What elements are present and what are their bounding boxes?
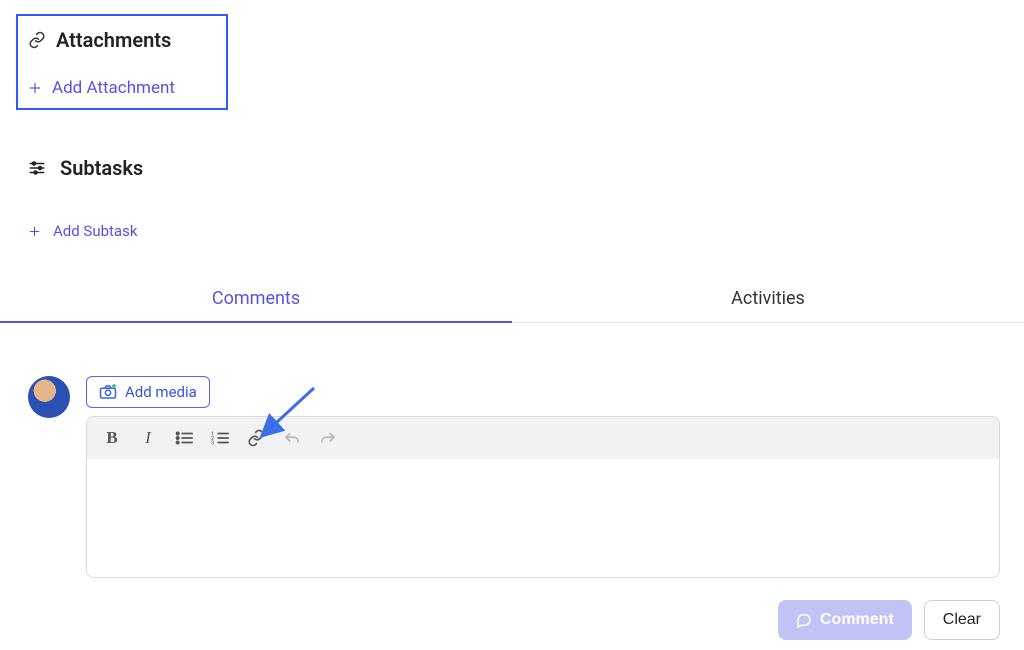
editor-toolbar: B I 123 <box>87 417 999 459</box>
subtasks-heading-text: Subtasks <box>60 156 143 180</box>
attachments-heading-text: Attachments <box>56 28 171 52</box>
redo-icon <box>319 430 337 446</box>
comment-composer: Add media B I 123 <box>28 376 1000 578</box>
svg-text:3: 3 <box>211 440 214 446</box>
add-subtask-button[interactable]: Add Subtask <box>28 222 143 240</box>
ordered-list-icon: 123 <box>211 430 229 446</box>
editor-textarea[interactable] <box>87 459 999 577</box>
italic-button[interactable]: I <box>137 427 159 449</box>
link-icon <box>247 429 265 447</box>
comment-button-label: Comment <box>820 611 894 629</box>
camera-icon <box>99 384 117 400</box>
undo-icon <box>283 430 301 446</box>
subtasks-section: Subtasks Add Subtask <box>28 156 143 240</box>
link-icon <box>28 31 46 49</box>
add-attachment-label: Add Attachment <box>52 78 175 98</box>
attachments-heading: Attachments <box>28 28 216 52</box>
plus-icon <box>28 225 41 238</box>
bullet-list-icon <box>175 430 193 446</box>
tab-comments-label: Comments <box>212 288 300 309</box>
sliders-icon <box>28 159 46 177</box>
tab-activities[interactable]: Activities <box>512 278 1024 322</box>
add-attachment-button[interactable]: Add Attachment <box>28 78 216 98</box>
tab-activities-label: Activities <box>731 288 805 309</box>
avatar <box>28 376 70 418</box>
attachments-section: Attachments Add Attachment <box>16 14 228 110</box>
add-media-button[interactable]: Add media <box>86 376 210 408</box>
add-media-label: Add media <box>125 383 197 401</box>
tab-bar: Comments Activities <box>0 278 1024 323</box>
add-subtask-label: Add Subtask <box>53 222 137 240</box>
subtasks-heading: Subtasks <box>28 156 143 180</box>
bold-button[interactable]: B <box>101 427 123 449</box>
redo-button[interactable] <box>317 427 339 449</box>
undo-button[interactable] <box>281 427 303 449</box>
comment-button[interactable]: Comment <box>778 600 912 640</box>
bullet-list-button[interactable] <box>173 427 195 449</box>
ordered-list-button[interactable]: 123 <box>209 427 231 449</box>
tab-comments[interactable]: Comments <box>0 278 512 323</box>
comment-icon <box>796 612 812 628</box>
link-button[interactable] <box>245 427 267 449</box>
rich-text-editor: B I 123 <box>86 416 1000 578</box>
clear-button[interactable]: Clear <box>924 600 1000 640</box>
clear-button-label: Clear <box>943 611 981 628</box>
composer-actions: Comment Clear <box>778 600 1000 640</box>
plus-icon <box>28 81 42 95</box>
